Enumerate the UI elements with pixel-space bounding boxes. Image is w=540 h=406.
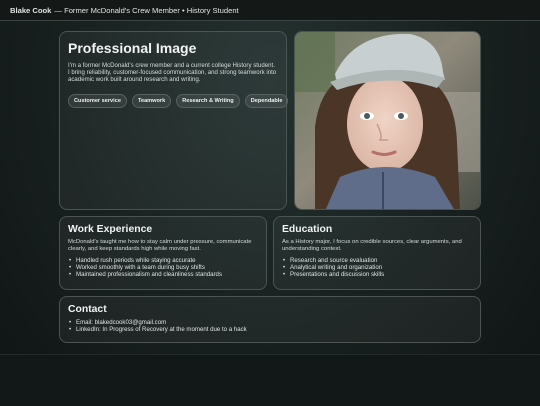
tag-dependable: Dependable [244, 93, 289, 108]
header-tagline: — Former McDonald's Crew Member • Histor… [54, 5, 239, 15]
education-description: As a History major, I focus on credible … [282, 239, 462, 252]
contact-card: Contact Email: blakedcook03@gmail.com Li… [59, 296, 481, 343]
contact-linkedin: LinkedIn: In Progress of Recovery at the… [69, 326, 472, 333]
hero-title: Professional Image [68, 40, 197, 56]
list-item: Maintained professionalism and cleanline… [69, 271, 258, 278]
contact-title: Contact [68, 304, 107, 315]
education-list: Research and source evaluation Analytica… [282, 257, 472, 278]
work-experience-card: Work Experience McDonald's taught me how… [59, 216, 267, 290]
hero-description: I'm a former McDonald's crew member and … [68, 62, 277, 84]
professional-image-card: Professional Image I'm a former McDonald… [59, 31, 289, 210]
skill-tags: Customer service Teamwork Research & Wri… [68, 93, 289, 108]
list-item: Worked smoothly with a team during busy … [69, 264, 258, 271]
contact-email[interactable]: Email: blakedcook03@gmail.com [69, 319, 472, 326]
list-item: Handled rush periods while staying accur… [69, 257, 258, 264]
education-card: Education As a History major, I focus on… [273, 216, 481, 290]
tag-research-writing: Research & Writing [176, 93, 240, 108]
tag-customer-service: Customer service [68, 93, 127, 108]
list-item: Presentations and discussion skills [283, 271, 472, 278]
work-list: Handled rush periods while staying accur… [68, 257, 258, 278]
work-description: McDonald's taught me how to stay calm un… [68, 239, 252, 252]
education-title: Education [282, 224, 333, 235]
list-item: Analytical writing and organization [283, 264, 472, 271]
top-header: Blake Cook — Former McDonald's Crew Memb… [0, 0, 540, 21]
header-name: Blake Cook [10, 5, 52, 15]
tag-teamwork: Teamwork [131, 93, 172, 108]
page-footer [0, 354, 540, 406]
work-title: Work Experience [68, 224, 153, 235]
list-item: Research and source evaluation [283, 257, 472, 264]
profile-photo [294, 31, 481, 210]
contact-list: Email: blakedcook03@gmail.com LinkedIn: … [68, 319, 472, 333]
